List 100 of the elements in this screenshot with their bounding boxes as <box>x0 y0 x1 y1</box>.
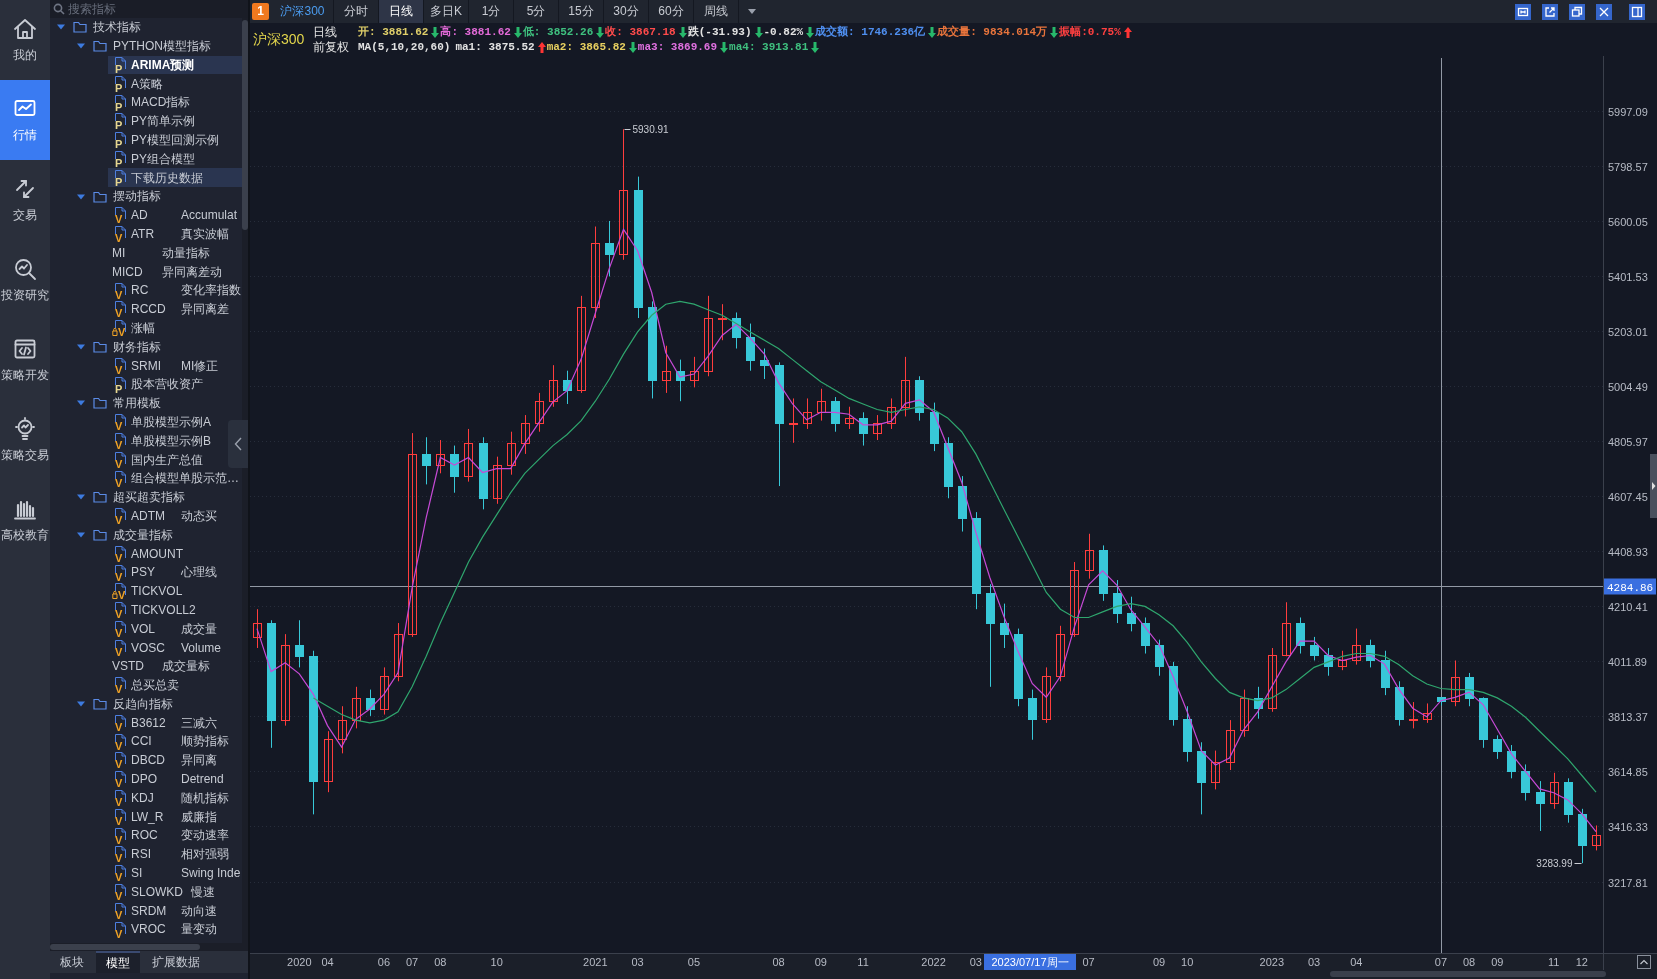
tree-item[interactable]: V 国内生产总值 <box>108 450 206 470</box>
tree-item[interactable]: V VOL 成交量 <box>108 619 220 639</box>
tree-item[interactable]: V ADTM 动态买 <box>108 506 220 526</box>
tree-item[interactable]: V DPO Detrend <box>108 769 227 789</box>
tree-item[interactable]: P ARIMA预测 <box>108 55 242 75</box>
tree-item[interactable]: V TICKVOLL2 <box>108 600 199 620</box>
nav-item[interactable]: 我的 <box>0 0 50 80</box>
folder-label[interactable]: 反趋向指标 <box>113 696 173 712</box>
tree-item[interactable]: V CCI 顺势指标 <box>108 732 232 752</box>
candle <box>1282 601 1291 657</box>
tree-item[interactable]: V DBCD 异同离 <box>108 751 220 770</box>
x-axis-label: 08 <box>434 956 447 968</box>
tree-item[interactable]: V RSI 相对强弱 <box>108 845 232 864</box>
tree-item[interactable]: V VOSC Volume <box>108 638 225 658</box>
expand-button[interactable] <box>1637 955 1651 969</box>
tree-item[interactable]: V 总买总卖 <box>108 675 182 695</box>
candle <box>1521 763 1530 801</box>
tree-item[interactable]: V SLOWKD 慢速 <box>108 882 218 902</box>
candle <box>324 730 333 793</box>
tree-item[interactable]: V SI Swing Inde <box>108 863 242 883</box>
expand-arrow-icon[interactable] <box>77 700 85 709</box>
x-axis-label: 11 <box>1547 956 1560 968</box>
tree-item[interactable]: V KDJ 随机指标 <box>108 788 232 808</box>
tree-item[interactable]: V AMOUNT <box>108 544 186 564</box>
expand-arrow-icon[interactable] <box>77 399 85 408</box>
tree-item[interactable]: P 股本营收资产 <box>108 375 206 394</box>
tree-item[interactable]: V 单股模型示例A <box>108 412 214 432</box>
tree-item[interactable]: P A策略 <box>108 74 176 94</box>
nav-item[interactable]: 交易 <box>0 160 50 240</box>
search-field[interactable]: 搜索指标 <box>50 0 248 18</box>
scroll-thumb[interactable] <box>1330 971 1606 977</box>
folder-label[interactable]: 成交量指标 <box>113 527 173 543</box>
folder-label[interactable]: 摆动指标 <box>113 189 161 204</box>
tree-item[interactable]: P MACD指标 <box>108 93 194 112</box>
folder-label[interactable]: 超买超卖指标 <box>113 490 185 505</box>
expand-arrow-icon[interactable] <box>57 23 65 32</box>
folder-label[interactable]: PYTHON模型指标 <box>113 39 211 54</box>
nav-item[interactable]: 高校教育 <box>0 480 50 560</box>
nav-item[interactable]: 行情 <box>0 80 50 160</box>
tree-item[interactable]: P PY简单示例 <box>108 112 198 131</box>
tree-item[interactable]: V VROC 量变动 <box>108 920 220 940</box>
item-name: DBCD <box>131 753 166 768</box>
nav-item[interactable]: 投资研究 <box>0 240 50 320</box>
restore-button[interactable] <box>1569 3 1585 20</box>
candle <box>450 445 459 494</box>
folder-label[interactable]: 常用模板 <box>113 396 161 411</box>
item-name: CCI <box>131 734 153 749</box>
tree-item[interactable]: MICD 异同离差动 <box>108 262 225 282</box>
collapse-panel-button[interactable] <box>228 420 248 468</box>
tree-item[interactable]: V LW_R 威廉指 <box>108 807 220 827</box>
fit-button[interactable] <box>1515 3 1531 20</box>
panel-toggle-button[interactable] <box>1629 3 1645 20</box>
panel-tab[interactable]: 扩展数据 <box>142 951 210 973</box>
tree-item[interactable]: V PSY 心理线 <box>108 563 220 582</box>
panel-tab[interactable]: 板块 <box>50 951 94 973</box>
window-number-badge: 1 <box>252 3 269 20</box>
quote-value: ma1: 3875.52 <box>455 40 535 55</box>
tree-item[interactable]: V TICKVOL <box>108 581 186 601</box>
candle <box>352 686 361 729</box>
expand-arrow-icon[interactable] <box>77 342 85 351</box>
tree-item[interactable]: V 涨幅 <box>108 318 176 338</box>
nav-item[interactable]: 策略交易 <box>0 400 50 480</box>
expand-arrow-icon[interactable] <box>77 192 85 201</box>
period-tab[interactable]: 日线 <box>379 0 424 23</box>
tree-item[interactable]: V ATR 真实波幅 <box>108 224 232 244</box>
close-button[interactable] <box>1596 3 1612 20</box>
scroll-thumb[interactable] <box>242 20 248 230</box>
scroll-thumb[interactable] <box>50 944 200 950</box>
tree-item[interactable]: V SRMI MI修正 <box>108 356 222 376</box>
tree-item[interactable]: VSTD 成交量标 <box>108 657 213 676</box>
side-panel-handle[interactable] <box>1650 454 1657 518</box>
tree-item[interactable]: V 组合模型单股示范… <box>108 469 242 488</box>
expand-arrow-icon[interactable] <box>77 493 85 502</box>
search-input[interactable]: 搜索指标 <box>68 1 245 17</box>
folder-label[interactable]: 技术指标 <box>93 20 141 35</box>
tree-item[interactable]: V AD Accumulat <box>108 205 241 225</box>
tree-item[interactable]: V SRDM 动向速 <box>108 901 220 921</box>
popout-button[interactable] <box>1542 3 1558 20</box>
folder-label[interactable]: 财务指标 <box>113 339 161 355</box>
tree-item[interactable]: P PY模型回测示例 <box>108 130 222 150</box>
tree-item[interactable]: V B3612 三减六 <box>108 713 220 733</box>
expand-arrow-icon[interactable] <box>77 42 85 51</box>
tree-item[interactable]: P PY组合模型 <box>108 149 198 169</box>
tree-item[interactable]: V RCCD 异同离差 <box>108 299 232 319</box>
tree-item[interactable]: V 单股模型示例B <box>108 431 214 451</box>
indicator-params: MA(5,10,20,60) <box>358 40 451 55</box>
expand-arrow-icon[interactable] <box>77 530 85 539</box>
tree-item[interactable]: P 下载历史数据 <box>108 168 242 188</box>
y-axis-label: 4210.41 <box>1608 600 1648 613</box>
tree-item[interactable]: V RC 变化率指数 <box>108 281 242 300</box>
tree-item[interactable]: V ROC 变动速率 <box>108 826 232 846</box>
x-axis-label: 2023 <box>1259 956 1285 968</box>
candle <box>887 397 896 430</box>
tree-item[interactable]: MI 动量指标 <box>108 243 213 263</box>
item-description: 量变动 <box>181 922 217 937</box>
item-description: 成交量 <box>181 621 217 637</box>
nav-item[interactable]: 策略开发 <box>0 320 50 400</box>
panel-tab[interactable]: 模型 <box>96 951 140 973</box>
x-axis-label: 06 <box>377 956 390 968</box>
quote-value: 开: 3881.62 <box>358 25 429 40</box>
